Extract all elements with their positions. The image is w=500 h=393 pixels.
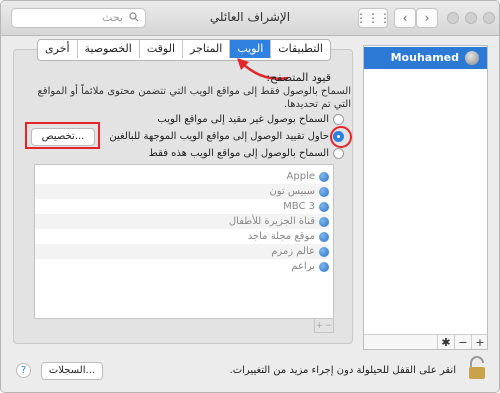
user-name: Mouhamed xyxy=(390,51,459,64)
add-user-button[interactable]: + xyxy=(471,335,488,349)
radio-limit-adult[interactable]: حاول تقييد الوصول إلى مواقع الويب الموجه… xyxy=(109,131,344,142)
tab-time[interactable]: الوقت xyxy=(138,40,182,58)
list-item[interactable]: قناة الجزيرة للأطفال xyxy=(35,214,329,229)
globe-icon xyxy=(319,186,329,197)
highlight-circle xyxy=(330,126,352,148)
avatar xyxy=(465,51,479,65)
help-button[interactable]: ? xyxy=(16,363,31,378)
radio-allowed-only[interactable]: السماح بالوصول إلى مواقع الويب هذه فقط xyxy=(149,148,344,159)
tab-other[interactable]: أخرى xyxy=(38,40,77,58)
lock-icon[interactable] xyxy=(466,356,488,380)
list-item[interactable]: براعم xyxy=(35,259,329,274)
customize-button[interactable]: تخصيص... xyxy=(31,128,95,146)
sites-list-tools: + − xyxy=(314,319,334,333)
browser-restrictions-description: السماح بالوصول فقط إلى مواقع الويب التي … xyxy=(37,86,351,110)
titlebar: بحث ⋮⋮⋮ ‹ › الإشراف العائلي xyxy=(1,1,499,36)
radio-label: السماح بالوصول إلى مواقع الويب هذه فقط xyxy=(148,148,329,159)
radio-unrestricted[interactable]: السماح بوصول غير مقيد إلى مواقع الويب xyxy=(157,114,344,125)
list-item[interactable]: Apple xyxy=(35,169,329,184)
list-item[interactable]: MBC 3 xyxy=(35,199,329,214)
remove-site-button[interactable]: − xyxy=(324,319,333,332)
lock-hint-text: انقر على القفل للحيلولة دون إجراء مزيد م… xyxy=(229,365,456,376)
users-list-tools: ✱ − + xyxy=(363,334,488,350)
minimize-button[interactable] xyxy=(447,12,459,24)
radio-label: حاول تقييد الوصول إلى مواقع الويب الموجه… xyxy=(109,131,329,142)
remove-user-button[interactable]: − xyxy=(454,335,471,349)
user-row-selected[interactable]: Mouhamed xyxy=(364,47,487,69)
window-title: الإشراف العائلي xyxy=(209,10,291,24)
tab-stores[interactable]: المتاجر xyxy=(182,40,229,58)
radio-button[interactable] xyxy=(333,114,344,125)
zoom-button[interactable] xyxy=(465,12,477,24)
globe-icon xyxy=(319,231,329,242)
preferences-window: بحث ⋮⋮⋮ ‹ › الإشراف العائلي أخرى الخصوصي… xyxy=(0,0,500,393)
logs-button[interactable]: السجلات... xyxy=(41,362,103,380)
list-item[interactable]: سبيس تون xyxy=(35,184,329,199)
list-item[interactable]: عالم زمزم xyxy=(35,244,329,259)
globe-icon xyxy=(319,171,329,182)
gear-icon[interactable]: ✱ xyxy=(437,335,454,349)
globe-icon xyxy=(319,216,329,227)
globe-icon xyxy=(319,246,329,257)
close-button[interactable] xyxy=(483,12,495,24)
list-item[interactable]: موقع مجلة ماجد xyxy=(35,229,329,244)
globe-icon xyxy=(319,201,329,212)
tab-privacy[interactable]: الخصوصية xyxy=(76,40,139,58)
radio-label: السماح بوصول غير مقيد إلى مواقع الويب xyxy=(157,114,329,125)
allowed-sites-list[interactable]: Apple سبيس تون MBC 3 قناة الجزيرة للأطفا… xyxy=(34,164,334,319)
users-list: Mouhamed xyxy=(363,45,488,350)
globe-icon xyxy=(319,261,329,272)
radio-button[interactable] xyxy=(333,148,344,159)
browser-restrictions-title: قيود المتصفح: xyxy=(266,71,331,84)
add-site-button[interactable]: + xyxy=(315,319,324,332)
